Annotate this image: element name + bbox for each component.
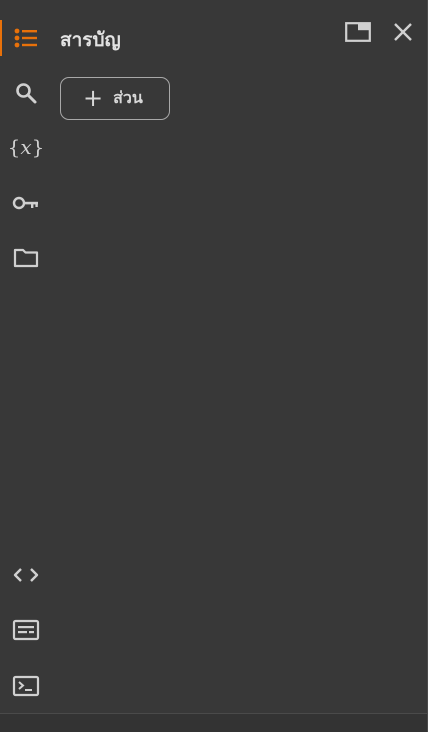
terminal-icon (12, 675, 40, 697)
search-icon (14, 81, 38, 105)
folder-icon (13, 247, 39, 269)
command-palette-icon (12, 619, 40, 641)
code-snippets-icon (12, 565, 40, 585)
rail-files[interactable] (0, 236, 52, 280)
open-in-tab-icon (344, 21, 372, 47)
close-button[interactable] (389, 20, 417, 48)
activity-rail: {x} (0, 0, 52, 713)
rail-command-palette[interactable] (0, 608, 52, 652)
add-section-button[interactable]: + ส่วน (60, 77, 170, 120)
rail-table-of-contents[interactable] (0, 16, 52, 60)
rail-secrets[interactable] (0, 181, 52, 225)
side-panel: {x} สารบัญ + ส่วน (0, 0, 428, 732)
variables-icon: {x} (7, 135, 45, 159)
bottom-status-strip (0, 713, 427, 732)
plus-icon: + (83, 83, 104, 112)
rail-search[interactable] (0, 71, 52, 115)
panel-title: สารบัญ (60, 29, 121, 51)
open-in-tab-button[interactable] (344, 20, 372, 48)
rail-code-snippets[interactable] (0, 553, 52, 597)
rail-terminal[interactable] (0, 664, 52, 708)
add-section-label: ส่วน (113, 88, 143, 107)
table-of-contents-icon (13, 26, 39, 50)
rail-variables[interactable]: {x} (0, 125, 52, 169)
close-icon (392, 21, 414, 47)
key-icon (12, 193, 40, 213)
